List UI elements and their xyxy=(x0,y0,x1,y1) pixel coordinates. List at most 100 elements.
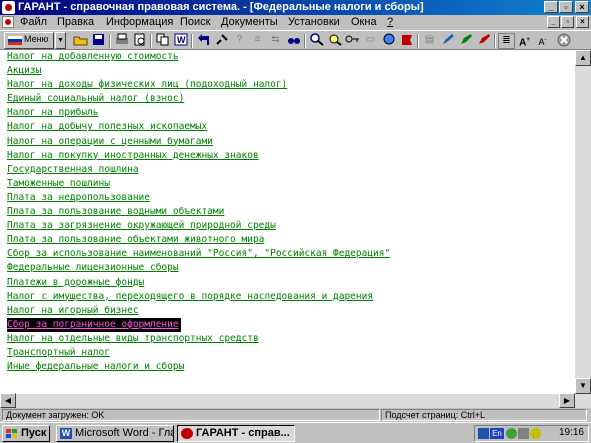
bookmark-icon[interactable] xyxy=(398,33,415,49)
garant-app-icon[interactable] xyxy=(2,1,15,14)
tax-list-item[interactable]: Налог на добычу полезных ископаемых xyxy=(7,120,390,134)
menu-bar: Файл Правка Информация Поиск Документы У… xyxy=(0,15,591,30)
task-garant[interactable]: ГАРАНТ - справ... xyxy=(177,425,295,442)
start-label: Пуск xyxy=(21,427,47,439)
back-arrow-icon[interactable] xyxy=(195,33,212,49)
tax-list-item[interactable]: Сбор за использование наименований "Росс… xyxy=(7,247,390,261)
compare-icon[interactable]: ⇆ xyxy=(267,33,284,49)
links-icon[interactable] xyxy=(213,33,230,49)
tax-list-item[interactable]: Налог на операции с ценными бумагами xyxy=(7,135,390,149)
text-format-icon[interactable]: ≣ xyxy=(498,33,515,49)
edit-pencil-icon[interactable] xyxy=(439,33,456,49)
copy-icon[interactable] xyxy=(154,33,171,49)
scroll-right-arrow-icon[interactable]: ▶ xyxy=(559,393,575,408)
stop-icon[interactable] xyxy=(555,33,572,49)
tax-list-item[interactable]: Акцизы xyxy=(7,64,390,78)
menu-settings[interactable]: Установки xyxy=(288,16,340,28)
taskbar: Пуск W Microsoft Word - Гла... ГАРАНТ - … xyxy=(0,422,591,443)
close-button[interactable]: × xyxy=(575,1,589,13)
start-button[interactable]: Пуск xyxy=(2,425,50,442)
status-load: Документ загружен: OK xyxy=(2,409,380,421)
print-preview-icon[interactable] xyxy=(131,33,148,49)
save-icon[interactable] xyxy=(90,33,107,49)
tax-list-item[interactable]: Иные федеральные налоги и сборы xyxy=(7,360,390,374)
tax-list-item[interactable]: Налог на игорный бизнес xyxy=(7,304,390,318)
russia-flag-icon xyxy=(8,36,22,45)
volume-icon[interactable] xyxy=(518,428,529,439)
scroll-up-arrow-icon[interactable]: ▲ xyxy=(575,50,591,66)
document-view: Налог на добавленную стоимость Акцизы Нало… xyxy=(0,50,575,394)
svg-text:W: W xyxy=(177,35,186,45)
vertical-scrollbar[interactable]: ▲ ▼ xyxy=(575,50,591,394)
menu-help[interactable]: ? xyxy=(387,16,393,28)
font-increase-icon[interactable]: A+ xyxy=(516,33,533,49)
scroll-left-arrow-icon[interactable]: ◀ xyxy=(0,393,16,408)
card-search-icon[interactable]: ▭ xyxy=(362,33,379,49)
tax-list-item[interactable]: Таможенные пошлины xyxy=(7,177,390,191)
menu-button[interactable]: Меню xyxy=(4,32,54,49)
tax-list-item[interactable]: Плата за недропользование xyxy=(7,191,390,205)
tax-list-item[interactable]: Единый социальный налог (взнос) xyxy=(7,92,390,106)
word-export-icon[interactable]: W xyxy=(172,33,189,49)
toolbar-separator xyxy=(304,34,306,48)
tax-list-item[interactable]: Сбор за пограничное оформление xyxy=(7,317,181,332)
doc-minimize-button[interactable]: _ xyxy=(547,16,560,28)
menu-windows[interactable]: Окна xyxy=(351,16,377,28)
marker-icon[interactable] xyxy=(475,33,492,49)
tax-list-item[interactable]: Плата за пользование водными объектами xyxy=(7,205,390,219)
status-bar: Документ загружен: OK Подсчет страниц: C… xyxy=(0,408,591,422)
tax-list-item[interactable]: Транспортный налог xyxy=(7,346,390,360)
menu-button-label: Меню xyxy=(24,34,49,44)
toolbar-separator xyxy=(494,34,496,48)
tax-list-item[interactable]: Платежи в дорожные фонды xyxy=(7,276,390,290)
document-icon[interactable] xyxy=(2,16,14,28)
language-indicator[interactable]: En xyxy=(490,428,504,439)
menu-edit[interactable]: Правка xyxy=(57,16,94,28)
maximize-button[interactable]: ▫ xyxy=(559,1,573,13)
status-page-count: Подсчет страниц: Ctrl+L xyxy=(381,409,587,421)
menu-file[interactable]: Файл xyxy=(20,16,47,28)
open-folder-icon[interactable] xyxy=(72,33,89,49)
edition-icon[interactable]: ≡ xyxy=(249,33,266,49)
task-word[interactable]: W Microsoft Word - Гла... xyxy=(56,425,174,442)
toolbar-separator xyxy=(150,34,152,48)
tax-list-item[interactable]: Плата за пользование объектами животного… xyxy=(7,233,390,247)
tax-list-item[interactable]: Налог на доходы физических лиц (подоходн… xyxy=(7,78,390,92)
font-decrease-icon[interactable]: A- xyxy=(534,33,551,49)
network-icon[interactable] xyxy=(478,428,489,439)
tax-list-item[interactable]: Налог на покупку иностранных денежных зн… xyxy=(7,149,390,163)
tax-list-item[interactable]: Налог на отдельные виды транспортных сре… xyxy=(7,332,390,346)
scheduler-icon[interactable] xyxy=(530,428,541,439)
search-magnifier-icon[interactable] xyxy=(308,33,325,49)
antivirus-icon[interactable] xyxy=(506,428,517,439)
toolbar-separator xyxy=(109,34,111,48)
tax-list-item[interactable]: Налог на прибыль xyxy=(7,106,390,120)
doc-restore-button[interactable]: ▫ xyxy=(561,16,574,28)
menu-dropdown-arrow[interactable]: ▼ xyxy=(55,32,66,49)
highlight-icon[interactable] xyxy=(457,33,474,49)
key-icon[interactable] xyxy=(344,33,361,49)
system-tray: En 19:16 xyxy=(474,425,589,442)
folder-icon[interactable]: ▤ xyxy=(421,33,438,49)
horizontal-scrollbar[interactable]: ◀ ▶ xyxy=(0,393,591,408)
menu-documents[interactable]: Документы xyxy=(221,16,278,28)
window-title: ГАРАНТ - справочная правовая система. - … xyxy=(18,1,424,13)
clock: 19:16 xyxy=(558,427,584,438)
tax-list-item[interactable]: Плата за загрязнение окружающей природно… xyxy=(7,219,390,233)
globe-icon[interactable] xyxy=(380,33,397,49)
binoculars-icon[interactable] xyxy=(285,33,302,49)
help-question-icon[interactable]: ? xyxy=(231,33,248,49)
menu-search[interactable]: Поиск xyxy=(180,16,210,28)
print-icon[interactable] xyxy=(113,33,130,49)
tax-list-item[interactable]: Налог с имущества, переходящего в порядк… xyxy=(7,290,390,304)
tax-list-item[interactable]: Федеральные лицензионные сборы xyxy=(7,261,390,275)
tax-list-item[interactable]: Государственная пошлина xyxy=(7,163,390,177)
menu-information[interactable]: Информация xyxy=(106,16,173,28)
context-search-icon[interactable] xyxy=(326,33,343,49)
minimize-button[interactable]: _ xyxy=(544,1,558,13)
tax-list-item[interactable]: Налог на добавленную стоимость xyxy=(7,50,390,64)
word-icon: W xyxy=(60,428,72,439)
doc-close-button[interactable]: × xyxy=(576,16,589,28)
scroll-down-arrow-icon[interactable]: ▼ xyxy=(575,378,591,394)
task-word-label: Microsoft Word - Гла... xyxy=(75,427,173,439)
